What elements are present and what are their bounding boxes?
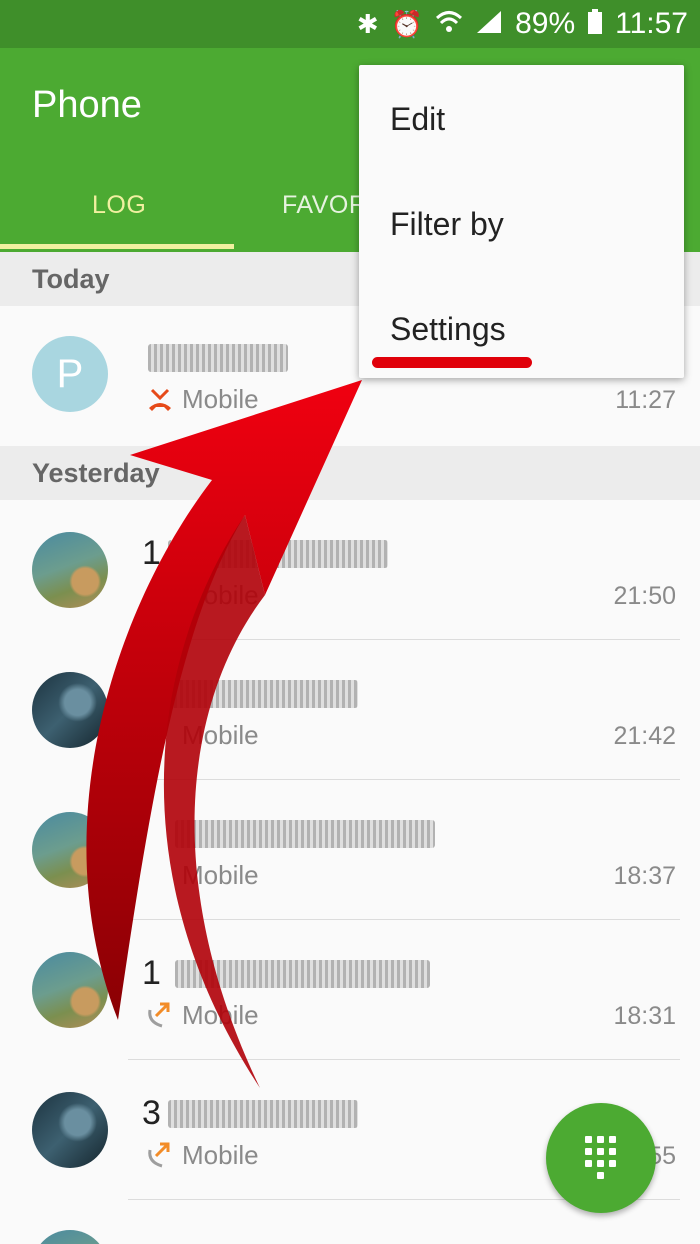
contact-name: 1	[142, 534, 161, 572]
call-log-row[interactable]: 1 Mobile 18:31	[0, 920, 700, 1060]
clock: 11:57	[615, 7, 688, 40]
signal-icon	[475, 9, 503, 39]
tab-favorites[interactable]: FAVOR	[282, 191, 367, 220]
tab-log[interactable]: LOG	[92, 191, 146, 220]
blurred-name	[168, 540, 388, 568]
call-time: 18:37	[613, 862, 676, 890]
battery-percent: 89%	[515, 7, 576, 40]
call-type-label: Mobile	[182, 580, 259, 610]
menu-item-filter-by[interactable]: Filter by	[390, 206, 504, 243]
avatar[interactable]	[32, 812, 108, 888]
annotation-underline	[372, 357, 532, 368]
blurred-name	[175, 960, 430, 988]
contact-name: 3	[142, 1094, 161, 1132]
blurred-name	[168, 1100, 358, 1128]
blurred-name	[168, 680, 358, 708]
blurred-name	[148, 344, 288, 372]
call-log-row[interactable]: Mobile 18:37	[0, 780, 700, 920]
contact-name: 1	[142, 954, 161, 992]
call-time: 18:31	[613, 1002, 676, 1030]
status-bar: ✱ ⏰ 89% 11:57	[0, 0, 700, 48]
dialpad-icon	[585, 1136, 617, 1180]
incoming-call-icon	[146, 722, 174, 750]
call-time: 21:42	[613, 722, 676, 750]
call-time: 21:50	[613, 582, 676, 610]
missed-call-icon	[146, 386, 174, 414]
call-type-label: Mobile	[182, 1140, 259, 1170]
call-log-row[interactable]: 3 Mobile 21:42	[0, 640, 700, 780]
outgoing-call-icon	[146, 1142, 174, 1170]
app-title: Phone	[32, 84, 142, 126]
overflow-menu: Edit Filter by Settings	[359, 65, 684, 378]
call-log-row[interactable]: 1 Mobile 21:50	[0, 500, 700, 640]
call-type-label: Mobile	[182, 720, 259, 750]
section-header-yesterday: Yesterday	[0, 446, 700, 500]
avatar[interactable]	[32, 1092, 108, 1168]
battery-icon	[587, 9, 603, 39]
menu-item-settings[interactable]: Settings	[390, 311, 506, 348]
contact-name: 3	[142, 674, 161, 712]
call-type-label: Mobile	[182, 1000, 259, 1030]
dialpad-button[interactable]	[546, 1103, 656, 1213]
call-type-label: Mobile	[182, 860, 259, 890]
call-time: 11:27	[615, 386, 676, 414]
wifi-icon	[435, 9, 463, 39]
call-type-label: Mobile	[182, 384, 259, 414]
bluetooth-icon: ✱	[356, 9, 379, 39]
outgoing-call-icon	[146, 1002, 174, 1030]
menu-item-edit[interactable]: Edit	[390, 101, 445, 138]
tab-indicator	[0, 244, 234, 249]
avatar[interactable]	[32, 672, 108, 748]
avatar[interactable]	[32, 1230, 108, 1244]
avatar[interactable]	[32, 532, 108, 608]
avatar[interactable]: P	[32, 336, 108, 412]
blurred-name	[175, 820, 435, 848]
avatar[interactable]	[32, 952, 108, 1028]
alarm-icon: ⏰	[390, 9, 424, 39]
